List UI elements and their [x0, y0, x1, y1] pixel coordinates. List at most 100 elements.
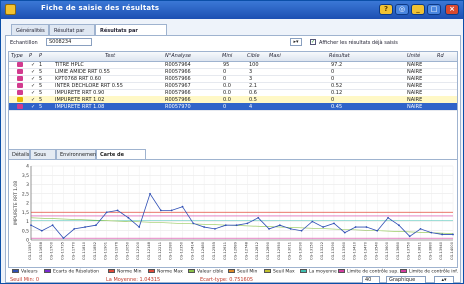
help-button[interactable]: ? — [379, 4, 393, 15]
table-row[interactable]: ✓ 5 IMPURETE RRT 1.08 R0057970 0 4 0.45 NAIRE — [9, 103, 457, 111]
x-tick-label: CG-13360 — [342, 241, 346, 260]
legend-valeurs-swatch — [12, 269, 19, 273]
data-point — [354, 226, 357, 228]
data-point — [127, 216, 130, 219]
legend-ecarts-swatch — [44, 269, 51, 273]
x-tick-label: CG-11901 — [104, 242, 108, 260]
cell-cible: 4 — [249, 104, 253, 110]
col-cible[interactable]: Cible — [247, 53, 260, 59]
data-point — [40, 229, 43, 232]
data-point — [408, 235, 411, 238]
x-tick-label: CG-11735 — [60, 242, 64, 260]
tab-sous-test[interactable]: Sous Test — [30, 149, 56, 168]
col-maxi[interactable]: Maxi — [269, 53, 281, 59]
col-type[interactable]: Type — [11, 53, 23, 59]
legend-lci: Limite de contrôle inf. — [400, 269, 458, 275]
data-point — [181, 205, 184, 208]
data-point — [116, 209, 119, 212]
y-tick-label: 1,5 — [22, 210, 29, 216]
show-existing-checkbox[interactable]: ✓ — [310, 39, 316, 45]
x-tick-label: CG-12350 — [179, 241, 183, 260]
legend-lci-swatch — [400, 269, 407, 273]
col-mini[interactable]: Mini — [222, 53, 232, 59]
x-tick-label: CG-13090 — [299, 241, 303, 260]
y-tick-label: 4 — [26, 164, 29, 170]
col-resultat[interactable]: Résultat — [329, 53, 350, 59]
data-point — [268, 228, 270, 230]
data-point — [235, 224, 238, 227]
col-unite[interactable]: Unité — [407, 53, 420, 59]
x-tick-label: CG-13600 — [385, 241, 389, 260]
graph-options-icon[interactable]: ▴▾ — [434, 276, 454, 283]
y-tick-label: 2,5 — [22, 191, 29, 197]
legend-norme-min-swatch — [108, 269, 115, 273]
chart-legend: Valeurs Ecarts de Résolution Norme Min N… — [8, 268, 458, 276]
data-point — [333, 222, 335, 225]
show-existing-label: Afficher les résultats déjà saisis — [319, 40, 398, 46]
data-point — [62, 237, 65, 240]
x-tick-label: CG-12611 — [223, 242, 227, 260]
echantillon-select[interactable]: S008234 — [46, 38, 92, 46]
x-tick-label: CG-11770 — [71, 241, 75, 260]
x-tick-label: CG-12555 — [212, 242, 216, 260]
tab-carte-de-controle[interactable]: Carte de contrôle — [96, 149, 146, 168]
y-axis-label: IMPURETE RRT 1.08 — [13, 181, 19, 225]
x-tick-label: CG-13290 — [331, 241, 335, 260]
col-analyse[interactable]: N°Analyse — [165, 53, 191, 59]
data-point — [30, 224, 32, 227]
count-select[interactable]: 40 — [362, 276, 380, 283]
data-point — [343, 231, 346, 234]
x-tick-label: CG-13470 — [363, 241, 367, 260]
tab-environnement[interactable]: Environnement — [56, 149, 98, 159]
data-point — [419, 228, 422, 230]
col-rd[interactable]: Rd — [437, 53, 444, 59]
x-tick-label: CG-13011 — [288, 242, 292, 260]
data-point — [95, 224, 97, 227]
nav-arrows-icon[interactable]: ▸▾ — [290, 38, 302, 46]
legend-lcs-swatch — [338, 269, 345, 273]
x-tick-label: CG-13540 — [374, 241, 378, 260]
x-tick-label: CG-11976 — [115, 241, 119, 260]
data-point — [387, 216, 389, 219]
x-tick-label: CG-12689 — [234, 241, 238, 260]
data-point — [441, 233, 444, 236]
x-tick-label: CG-12812 — [255, 242, 259, 260]
legend-ecarts: Ecarts de Résolution — [44, 269, 99, 275]
x-tick-label: CG-12480 — [201, 241, 205, 260]
data-point — [84, 226, 87, 228]
col-p2[interactable]: P — [39, 53, 42, 59]
title-bar[interactable]: Fiche de saisie des résultats ? ◎ _ □ × — [1, 1, 463, 19]
tab-details[interactable]: Détails — [8, 149, 30, 159]
x-tick-label: CG-12148 — [147, 241, 151, 260]
data-point — [452, 233, 454, 236]
x-tick-label: CG-12100 — [136, 241, 140, 260]
legend-seuil-max-swatch — [264, 269, 271, 273]
x-tick-label: CG-11557 — [28, 242, 32, 260]
x-tick-label: CG-12748 — [244, 241, 248, 260]
data-point — [397, 224, 400, 227]
check-icon: ✓ — [31, 104, 36, 110]
x-tick-label: CG-13811 — [418, 242, 422, 260]
close-button[interactable]: × — [445, 4, 459, 15]
options-button[interactable]: ◎ — [395, 4, 409, 15]
graph-type-select[interactable]: Graphique — [386, 276, 426, 283]
data-point — [159, 209, 162, 212]
x-tick-label: CG-12280 — [169, 241, 173, 260]
cell-n: 5 — [39, 104, 43, 110]
x-tick-label: CG-13222 — [320, 242, 324, 260]
maximize-button[interactable]: □ — [427, 4, 441, 15]
data-point — [257, 216, 260, 219]
col-test[interactable]: Test — [105, 53, 115, 59]
data-point — [224, 224, 227, 227]
col-p1[interactable]: P — [29, 53, 32, 59]
flask-icon — [17, 104, 23, 109]
cell-test: IMPURETE RRT 1.08 — [55, 104, 105, 110]
results-grid: Type P P Test N°Analyse Mini Cible Maxi … — [8, 51, 458, 164]
legend-norme-max-swatch — [148, 269, 155, 273]
data-point — [105, 211, 108, 214]
data-point — [170, 209, 173, 212]
minimize-button[interactable]: _ — [411, 4, 425, 15]
legend-moyenne-swatch — [300, 269, 307, 273]
y-tick-label: 3,5 — [22, 173, 29, 179]
x-tick-label: CG-12050 — [125, 241, 129, 260]
